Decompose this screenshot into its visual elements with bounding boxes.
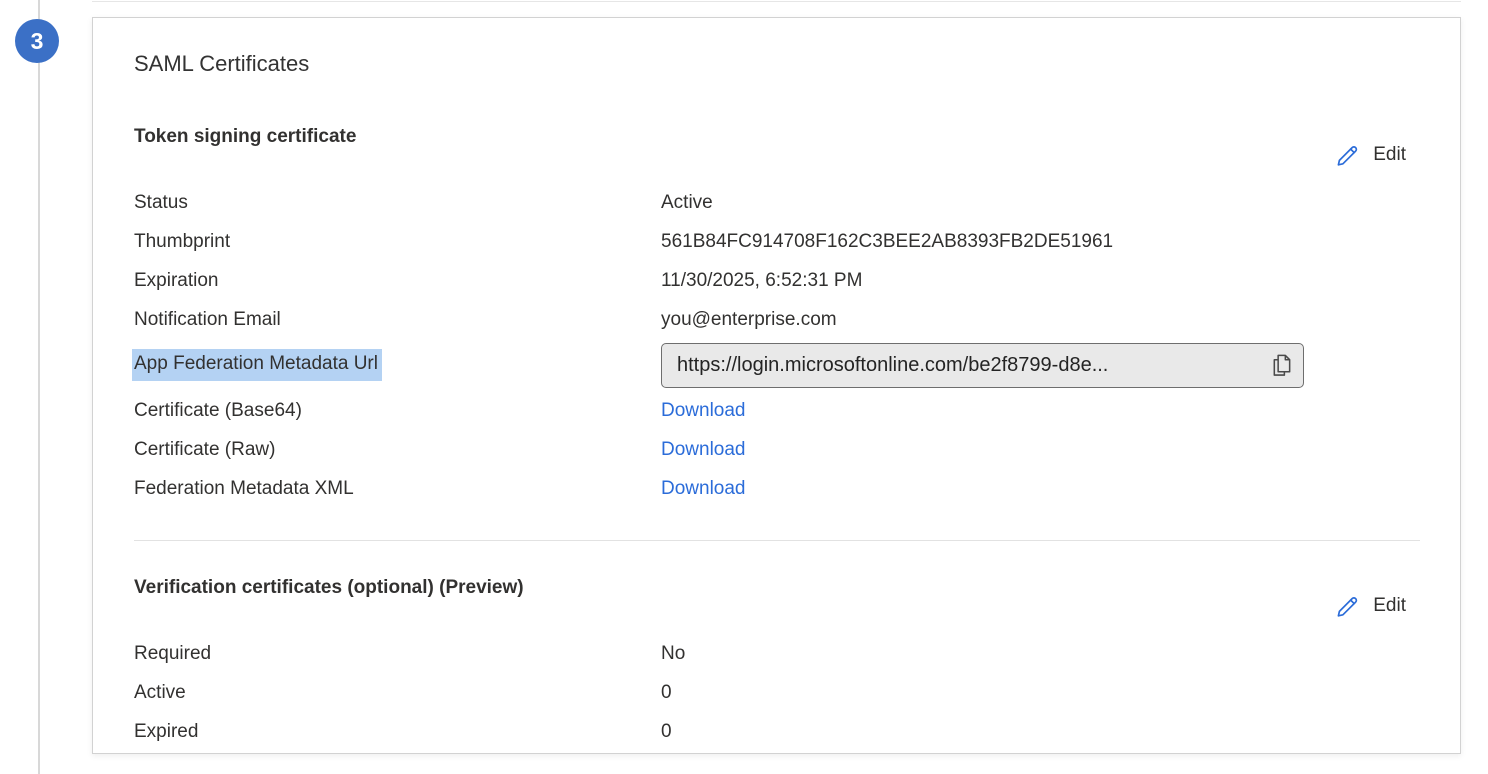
- field-row-notification-email: Notification Email you@enterprise.com: [134, 300, 1420, 339]
- step-number: 3: [31, 28, 44, 55]
- field-row-certificate-base64: Certificate (Base64) Download: [134, 391, 1420, 430]
- token-signing-fields: Status Active Thumbprint 561B84FC914708F…: [134, 183, 1420, 508]
- field-row-expired-count: Expired 0: [134, 712, 1420, 751]
- token-signing-heading: Token signing certificate: [134, 125, 356, 149]
- copy-icon: [1270, 352, 1293, 378]
- certificate-base64-label: Certificate (Base64): [134, 400, 661, 422]
- thumbprint-value: 561B84FC914708F162C3BEE2AB8393FB2DE51961: [661, 231, 1420, 253]
- section-divider: [134, 540, 1420, 541]
- field-row-required: Required No: [134, 634, 1420, 673]
- field-row-certificate-raw: Certificate (Raw) Download: [134, 430, 1420, 469]
- card-title: SAML Certificates: [134, 51, 1420, 77]
- edit-token-signing-button[interactable]: Edit: [1333, 141, 1406, 168]
- required-value: No: [661, 643, 1420, 665]
- app-federation-metadata-url-label: App Federation Metadata Url: [134, 349, 661, 381]
- field-row-federation-metadata-xml: Federation Metadata XML Download: [134, 469, 1420, 508]
- verification-fields: Required No Active 0 Expired 0: [134, 634, 1420, 751]
- download-federation-metadata-xml-link[interactable]: Download: [661, 478, 746, 499]
- expiration-label: Expiration: [134, 270, 661, 292]
- field-row-app-federation-metadata-url: App Federation Metadata Url https://logi…: [134, 339, 1420, 391]
- field-row-status: Status Active: [134, 183, 1420, 222]
- token-signing-section-header: Token signing certificate Edit: [134, 125, 1420, 168]
- field-row-active-count: Active 0: [134, 673, 1420, 712]
- edit-verification-certificates-button[interactable]: Edit: [1333, 592, 1406, 619]
- download-certificate-raw-link[interactable]: Download: [661, 439, 746, 460]
- status-label: Status: [134, 192, 661, 214]
- copy-url-button[interactable]: [1262, 352, 1293, 378]
- field-row-thumbprint: Thumbprint 561B84FC914708F162C3BEE2AB839…: [134, 222, 1420, 261]
- active-count-value: 0: [661, 682, 1420, 704]
- edit-button-label: Edit: [1373, 144, 1406, 166]
- expiration-value: 11/30/2025, 6:52:31 PM: [661, 270, 1420, 292]
- app-federation-metadata-url-value: https://login.microsoftonline.com/be2f87…: [677, 354, 1108, 377]
- notification-email-label: Notification Email: [134, 309, 661, 331]
- verification-section-header: Verification certificates (optional) (Pr…: [134, 576, 1420, 619]
- certificate-raw-label: Certificate (Raw): [134, 439, 661, 461]
- expired-count-label: Expired: [134, 721, 661, 743]
- download-certificate-base64-link[interactable]: Download: [661, 400, 746, 421]
- previous-card-bottom-edge: [92, 1, 1461, 2]
- pencil-icon: [1333, 592, 1360, 619]
- pencil-icon: [1333, 141, 1360, 168]
- required-label: Required: [134, 643, 661, 665]
- step-rail-line: [38, 0, 40, 774]
- edit-button-label: Edit: [1373, 595, 1406, 617]
- saml-certificates-card: SAML Certificates Token signing certific…: [92, 17, 1461, 754]
- verification-certificates-section: Verification certificates (optional) (Pr…: [134, 576, 1420, 751]
- selected-text-highlight: App Federation Metadata Url: [132, 349, 382, 381]
- app-federation-metadata-url-field[interactable]: https://login.microsoftonline.com/be2f87…: [661, 343, 1304, 388]
- field-row-expiration: Expiration 11/30/2025, 6:52:31 PM: [134, 261, 1420, 300]
- federation-metadata-xml-label: Federation Metadata XML: [134, 478, 661, 500]
- expired-count-value: 0: [661, 721, 1420, 743]
- step-3-badge: 3: [15, 19, 59, 63]
- status-value: Active: [661, 192, 1420, 214]
- notification-email-value: you@enterprise.com: [661, 309, 1420, 331]
- active-count-label: Active: [134, 682, 661, 704]
- thumbprint-label: Thumbprint: [134, 231, 661, 253]
- verification-certificates-heading: Verification certificates (optional) (Pr…: [134, 576, 524, 600]
